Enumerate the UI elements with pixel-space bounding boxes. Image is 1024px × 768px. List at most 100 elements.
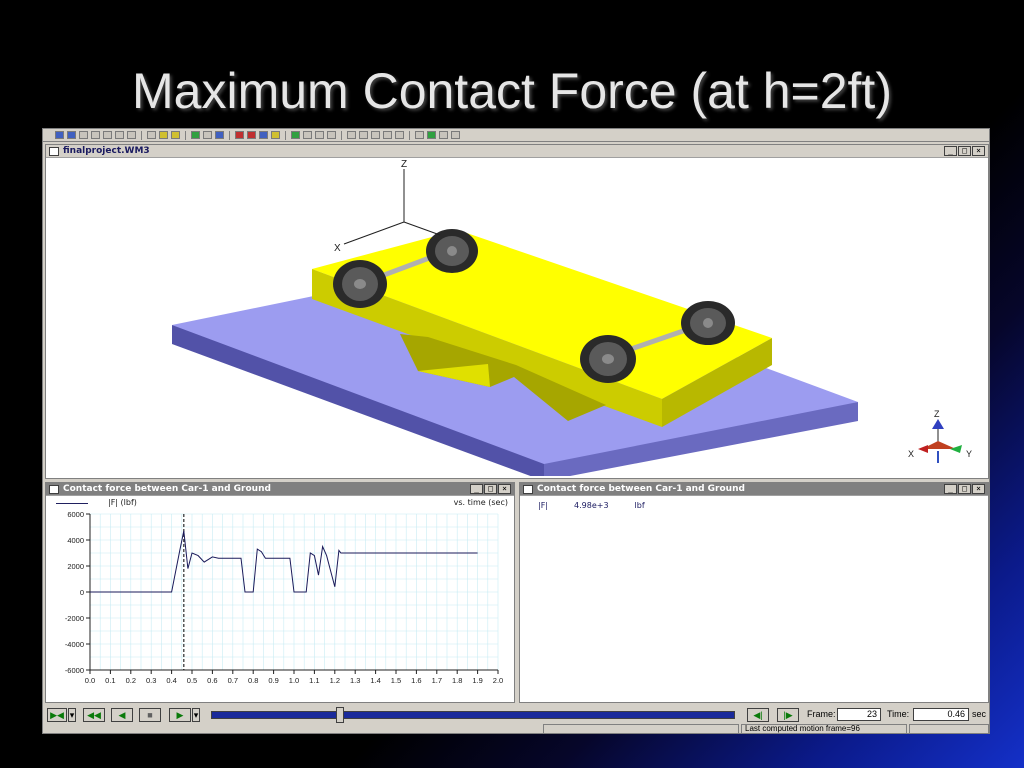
x-tick-label: 0.9 [268, 676, 278, 685]
meter-value: 4.98e+3 [574, 501, 609, 510]
play-button[interactable]: ▶ [169, 708, 191, 722]
triad-z-label: Z [934, 409, 940, 419]
x-tick-label: 0.3 [146, 676, 156, 685]
x-tick-label: 1.1 [309, 676, 319, 685]
status-text: Last computed motion frame=96 [741, 724, 907, 733]
constraint-icon[interactable] [215, 131, 224, 139]
x-tick-label: 0.2 [126, 676, 136, 685]
camera-icon[interactable] [439, 131, 448, 139]
slide-title: Maximum Contact Force (at h=2ft) [132, 63, 892, 119]
view-front-icon[interactable] [347, 131, 356, 139]
minimize-button[interactable]: _ [944, 146, 957, 156]
y-tick-label: -4000 [65, 640, 84, 649]
meter-window-titlebar[interactable]: Contact force between Car-1 and Ground _… [520, 483, 988, 496]
zoom-out-icon[interactable] [103, 131, 112, 139]
y-tick-label: 4000 [67, 536, 84, 545]
spring-icon[interactable] [259, 131, 268, 139]
timeline-slider-track[interactable] [211, 707, 735, 723]
wheel-rear-right [426, 229, 478, 273]
timeline-slider-thumb[interactable] [336, 707, 344, 723]
x-tick-label: 0.1 [105, 676, 115, 685]
time-unit: sec [972, 709, 987, 719]
x-tick-label: 1.0 [289, 676, 299, 685]
model-viewport[interactable]: Z X Z X Y [48, 159, 986, 476]
model-window-titlebar[interactable]: finalproject.WM3 _ □ × [46, 145, 988, 158]
x-tick-label: 0.0 [85, 676, 95, 685]
restore-button[interactable]: □ [484, 484, 497, 494]
select-icon[interactable] [147, 131, 156, 139]
settings-icon[interactable] [303, 131, 312, 139]
zoom-icon[interactable] [79, 131, 88, 139]
zoom-in-icon[interactable] [91, 131, 100, 139]
graph-window-icon [49, 484, 59, 494]
graph-icon[interactable] [315, 131, 324, 139]
playback-bar: ▶◀ ▾ ◀◀ ◀ ■ ▶ ▾ ◀| |▶ Frame: 23 Time: 0.… [43, 705, 989, 733]
main-toolbar [43, 129, 989, 142]
playback-mode-dropdown[interactable]: ▾ [68, 708, 76, 722]
probe-icon[interactable] [203, 131, 212, 139]
minimize-button[interactable]: _ [470, 484, 483, 494]
meter-window-title: Contact force between Car-1 and Ground [537, 484, 745, 494]
close-button[interactable]: × [972, 146, 985, 156]
frame-field[interactable]: 23 [837, 708, 881, 721]
run-icon[interactable] [291, 131, 300, 139]
joint-icon[interactable] [271, 131, 280, 139]
world-axis-z-label: Z [401, 159, 407, 170]
force-plot[interactable]: 0.0 0.1 0.2 0.3 0.4 0.5 0.6 0.7 0.8 0.9 1.0 1.1 1.2 1… [48, 510, 514, 700]
body-icon[interactable] [159, 131, 168, 139]
track-icon[interactable] [427, 131, 436, 139]
view-side-icon[interactable] [371, 131, 380, 139]
plot-legend: |F| (lbf) vs. time (sec) [50, 497, 512, 509]
x-tick-label: 1.4 [370, 676, 380, 685]
x-tick-label: 1.8 [452, 676, 462, 685]
step-back-button[interactable]: ◀ [111, 708, 133, 722]
torque-icon[interactable] [247, 131, 256, 139]
minimize-button[interactable]: _ [944, 484, 957, 494]
graph-window-icon [523, 484, 533, 494]
plot-window-title: Contact force between Car-1 and Ground [63, 484, 271, 494]
plot-window-titlebar[interactable]: Contact force between Car-1 and Ground _… [46, 483, 514, 496]
meter-icon[interactable] [191, 131, 200, 139]
step-forward-frame-button[interactable]: |▶ [777, 708, 799, 722]
toolbar-separator [229, 130, 230, 140]
force-icon[interactable] [235, 131, 244, 139]
step-back-frame-button[interactable]: ◀| [747, 708, 769, 722]
view-top-icon[interactable] [359, 131, 368, 139]
x-tick-label: 0.5 [187, 676, 197, 685]
cursor-icon[interactable] [415, 131, 424, 139]
table-icon[interactable] [327, 131, 336, 139]
stop-button[interactable]: ■ [139, 708, 161, 722]
application-window: finalproject.WM3 _ □ × Z X Z X Y Contact… [42, 128, 990, 734]
view-iso-icon[interactable] [383, 131, 392, 139]
pan-icon[interactable] [67, 131, 76, 139]
x-tick-label: 0.6 [207, 676, 217, 685]
playback-mode-button[interactable]: ▶◀ [47, 708, 67, 722]
meter-readout: |F| 4.98e+3 lbf [538, 501, 645, 510]
grid-icon[interactable] [451, 131, 460, 139]
x-tick-label: 1.6 [411, 676, 421, 685]
rewind-button[interactable]: ◀◀ [83, 708, 105, 722]
toolbar-separator [409, 130, 410, 140]
triad-x-label: X [908, 449, 914, 459]
wheel-front-left [580, 335, 636, 383]
wheel-rear-left [333, 260, 387, 308]
world-axis-x-label: X [334, 243, 341, 254]
restore-button[interactable]: □ [958, 484, 971, 494]
y-tick-label: -2000 [65, 614, 84, 623]
close-button[interactable]: × [972, 484, 985, 494]
zoom-box-icon[interactable] [115, 131, 124, 139]
close-button[interactable]: × [498, 484, 511, 494]
shape-icon[interactable] [171, 131, 180, 139]
meter-unit: lbf [634, 501, 645, 510]
time-field[interactable]: 0.46 [913, 708, 969, 721]
fit-view-icon[interactable] [127, 131, 136, 139]
y-tick-label: 0 [80, 588, 84, 597]
legend-label: |F| (lbf) [108, 498, 137, 507]
rotate-icon[interactable] [55, 131, 64, 139]
legend-swatch [56, 503, 88, 504]
view-3d-icon[interactable] [395, 131, 404, 139]
restore-button[interactable]: □ [958, 146, 971, 156]
toolbar-separator [185, 130, 186, 140]
play-mode-dropdown[interactable]: ▾ [192, 708, 200, 722]
meter-window: Contact force between Car-1 and Ground _… [519, 482, 989, 703]
